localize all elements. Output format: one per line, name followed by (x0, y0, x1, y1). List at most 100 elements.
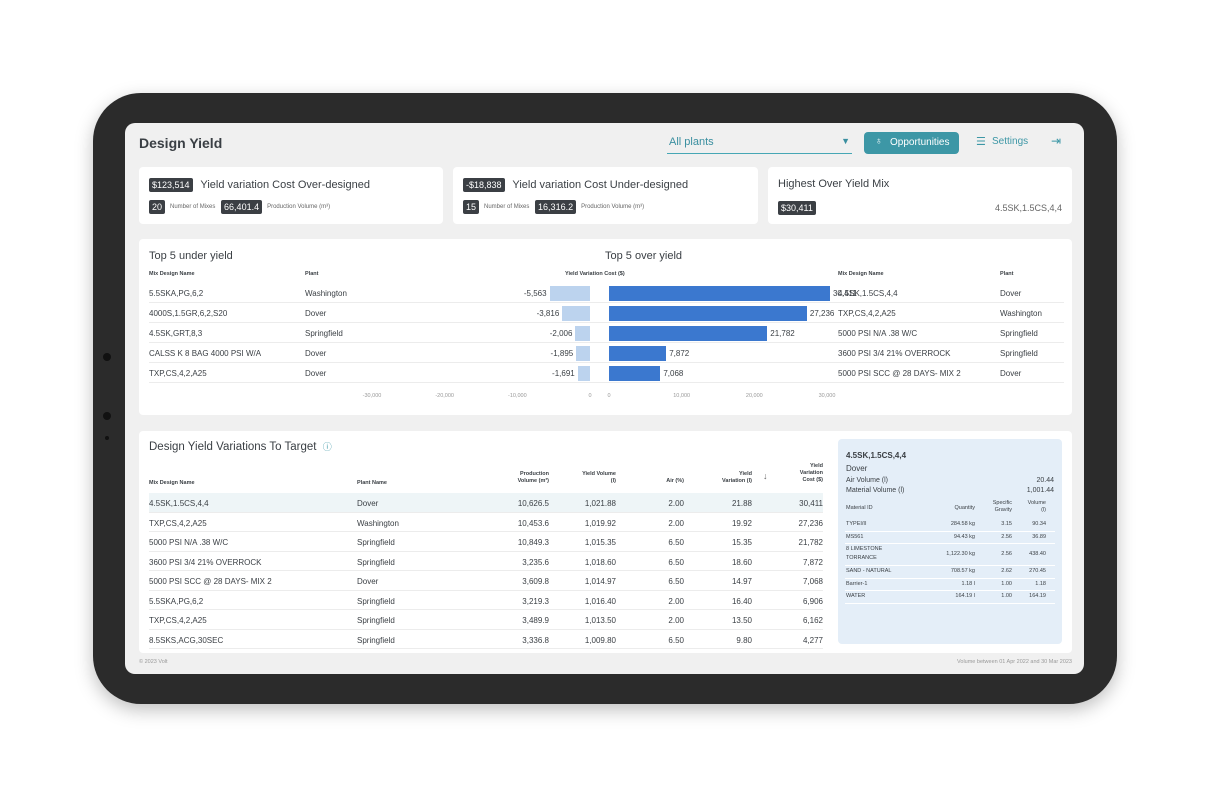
variations-row[interactable]: 5.5SKA,PG,6,2 Springfield 3,219.3 1,016.40 2… (149, 591, 823, 610)
material-id: MS561 (846, 533, 864, 540)
material-row: 8 LIMESTONE TORRANCE 1,122.30 kg 2.56 438.40 (845, 544, 1055, 566)
axis-tick-under: -30,000 (362, 393, 382, 399)
top5-over-title: Top 5 over yield (605, 250, 683, 262)
yield-volume: 1,018.60 (584, 557, 616, 567)
under-bar (549, 286, 590, 301)
col-cost: Yield Variation Cost ($) (565, 271, 625, 277)
over-bar (609, 366, 661, 381)
plant-name: Springfield (357, 538, 395, 547)
under-col-plant: Plant (305, 271, 319, 277)
over-bar-label: 21,782 (770, 329, 795, 338)
over-mix-name: 5000 PSI SCC @ 28 DAYS- MIX 2 (838, 369, 961, 378)
kpi-card-over: $123,514 Yield variation Cost Over-desig… (139, 167, 443, 224)
kpi-under-mixes-label: Number of Mixes (484, 204, 530, 210)
plant-select[interactable]: All plants ▼ (667, 134, 852, 154)
yield-volume: 1,021.88 (584, 499, 616, 508)
over-bar-label: 7,872 (669, 349, 690, 358)
over-bar (609, 346, 667, 361)
sort-arrow-icon[interactable]: ↓ (763, 471, 768, 481)
variations-row[interactable]: TXP,CS,4,2,A25 Springfield 3,489.9 1,013.50… (149, 610, 823, 630)
settings-button[interactable]: ☰ Settings (976, 136, 1028, 148)
detail-plant: Dover (846, 464, 868, 473)
col-air: Air (%) (666, 478, 684, 484)
under-col-mix: Mix Design Name (149, 271, 195, 277)
detail-air-label: Air Volume (l) (846, 477, 889, 484)
yield-variation: 9.80 (736, 635, 752, 645)
under-mix-name: TXP,CS,4,2,A25 (149, 369, 207, 378)
yield-variation-cost: 6,162 (802, 616, 823, 625)
material-quantity: 708.57 kg (950, 568, 975, 574)
info-icon[interactable]: ⓘ (323, 442, 332, 452)
variations-row[interactable]: 5000 PSI N/A .38 W/C Springfield 10,849.3 1… (149, 532, 823, 552)
detail-mat-label: Material Volume (l) (846, 487, 905, 494)
sensor-dot-small (105, 436, 109, 440)
mix-name: 5000 PSI SCC @ 28 DAYS- MIX 2 (149, 577, 272, 586)
axis-tick-under: 0 (588, 393, 592, 399)
variations-row[interactable]: 8.5SKS,ACG,30SEC Springfield 3,336.8 1,009.… (149, 630, 823, 649)
mat-col-vol: Volume (l) (1027, 500, 1046, 513)
plant-select-value: All plants (669, 136, 714, 148)
col-prod: Production Volume (m³) (517, 471, 549, 484)
over-mix-name: 3600 PSI 3/4 21% OVERROCK (838, 349, 951, 358)
col-plant: Plant Name (357, 480, 387, 486)
material-id-line2: TORRANCE (846, 555, 877, 561)
mix-name: 5.5SKA,PG,6,2 (149, 596, 204, 606)
mix-name: TXP,CS,4,2,A25 (149, 616, 207, 625)
under-bar-label: -5,563 (523, 289, 547, 298)
over-bar-label: 7,068 (663, 369, 684, 378)
yield-volume: 1,019.92 (584, 518, 616, 528)
material-quantity: 1.18 l (961, 580, 975, 587)
yield-volume: 1,015.35 (584, 538, 616, 547)
under-mix-name: 4.5SK,GRT,8,3 (149, 329, 203, 338)
top-bar: Design Yield All plants ▼ ♁ Opportunitie… (125, 123, 1084, 163)
material-quantity: 1,122.30 kg (946, 551, 975, 557)
over-bar (609, 326, 768, 341)
under-plant: Washington (305, 289, 347, 298)
page-title: Design Yield (139, 135, 223, 151)
variations-row[interactable]: 3600 PSI 3/4 21% OVERROCK Springfield 3,23… (149, 552, 823, 571)
axis-tick-over: 0 (607, 393, 611, 399)
plant-name: Dover (357, 577, 379, 586)
air-percent: 2.00 (668, 518, 684, 528)
axis-tick-under: -20,000 (435, 393, 454, 399)
variations-row[interactable]: TXP,CS,4,2,A25 Washington 10,453.6 1,019.92… (149, 513, 823, 532)
material-quantity: 284.58 kg (950, 521, 975, 527)
top5-under-title: Top 5 under yield (149, 250, 233, 262)
variations-row[interactable]: 5000 PSI SCC @ 28 DAYS- MIX 2 Dover 3,609.… (149, 571, 823, 591)
material-specific-gravity: 3.15 (1001, 521, 1012, 527)
over-col-mix: Mix Design Name (838, 271, 884, 277)
yield-variation-cost: 30,411 (799, 499, 823, 508)
yield-variation-cost: 4,277 (802, 635, 823, 645)
under-bar-label: -1,895 (550, 349, 574, 358)
yield-variation-cost: 7,068 (802, 577, 823, 586)
top5-card: Top 5 under yield Top 5 over yield Mix D… (139, 239, 1072, 415)
kpi-over-title: Yield variation Cost Over-designed (200, 178, 370, 191)
under-mix-name: 4000S,1.5GR,6,2,S20 (149, 309, 228, 318)
kpi-over-mixes: 20 (149, 200, 166, 214)
material-specific-gravity: 1.00 (1001, 580, 1012, 587)
material-specific-gravity: 2.62 (1001, 568, 1012, 574)
top5-row: 4000S,1.5GR,6,2,S20 Dover TXP,CS,4,2,A25 Wa… (149, 303, 1064, 323)
opportunities-button[interactable]: ♁ Opportunities (864, 132, 959, 154)
col-yvar: Yield Variation (l) (722, 471, 752, 484)
air-percent: 2.00 (668, 616, 684, 625)
opportunities-label: Opportunities (890, 137, 950, 148)
yield-volume: 1,009.80 (584, 635, 616, 645)
over-plant: Washington (1000, 309, 1042, 318)
chevron-down-icon: ▼ (841, 136, 850, 146)
production-volume: 3,609.8 (522, 577, 549, 586)
sensor-dot (103, 412, 111, 420)
variations-row[interactable]: 4.5SK,1.5CS,4,4 Dover 10,626.5 1,021.88 2.00… (149, 493, 823, 513)
collapse-icon[interactable]: ⇥ (1051, 134, 1061, 148)
material-specific-gravity: 2.56 (1001, 551, 1012, 557)
production-volume: 3,219.3 (522, 596, 549, 606)
yield-variation-cost: 27,236 (798, 518, 823, 528)
top5-row: TXP,CS,4,2,A25 Dover 5000 PSI SCC @ 28 DAY… (149, 363, 1064, 383)
material-volume: 1.18 (1035, 580, 1046, 587)
mix-name: 4.5SK,1.5CS,4,4 (149, 499, 209, 508)
over-bar (609, 306, 807, 321)
axis-tick-under: -10,000 (508, 393, 527, 399)
yield-variation: 13.50 (731, 616, 752, 625)
material-specific-gravity: 2.56 (1001, 533, 1012, 540)
kpi-highest-title: Highest Over Yield Mix (778, 178, 890, 190)
